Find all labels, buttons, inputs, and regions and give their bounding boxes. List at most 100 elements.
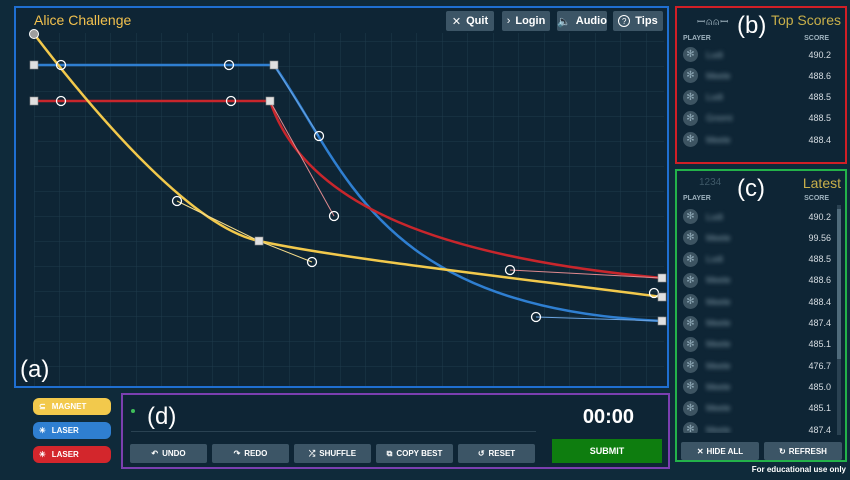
login-button[interactable]: › Login (502, 11, 550, 31)
laser-icon: ✳ (39, 426, 46, 435)
tips-button[interactable]: ? Tips (613, 11, 663, 31)
game-title: Alice Challenge (34, 12, 132, 28)
player-score: 488.5 (808, 254, 831, 265)
shuffle-icon: ⤮ (308, 448, 316, 458)
progress-track (131, 431, 536, 432)
player-name: Meele (706, 275, 731, 286)
avatar-icon: ✻ (683, 89, 698, 105)
latest-scores-panel: 1234 (c) Latest PLAYER SCORE ✻ Ludi 490.2 ✻… (675, 169, 847, 462)
players-icon: ꟷ⍝⍝ꟷ (697, 17, 730, 28)
score-row: ✻ Ludi 490.2 (681, 44, 831, 65)
score-row: ✻ Ludi 490.2 (681, 206, 831, 227)
speaker-icon: 🔈 (557, 15, 571, 28)
score-row: ✻ Meele 485.1 (681, 334, 831, 355)
start-point[interactable] (29, 29, 39, 39)
region-label-b: (b) (737, 12, 767, 39)
score-row: ✻ Meele 488.4 (681, 129, 831, 150)
reset-icon: ↺ (477, 449, 485, 458)
avatar-icon: ✻ (683, 251, 698, 267)
player-score: 488.4 (808, 296, 831, 307)
player-name: Meele (706, 232, 731, 243)
score-row: ✻ Meele 485.1 (681, 398, 831, 419)
player-name: Meele (706, 381, 731, 392)
redo-button[interactable]: ↷ REDO (212, 444, 289, 463)
avatar-icon: ✻ (683, 272, 698, 288)
player-name: Ludi (706, 92, 724, 103)
score-row: ✻ Meele 488.4 (681, 291, 831, 312)
avatar-icon: ✻ (683, 336, 698, 352)
avatar-icon: ✻ (683, 47, 698, 62)
close-icon: ✕ (696, 446, 704, 456)
player-name: Meele (706, 318, 731, 328)
refresh-button[interactable]: ↻ REFRESH (764, 442, 842, 460)
player-score: 485.1 (808, 403, 831, 414)
footnote: For educational use only (751, 465, 846, 474)
redo-icon: ↷ (233, 449, 241, 458)
submit-button[interactable]: SUBMIT (552, 439, 662, 463)
shuffle-button[interactable]: ⤮ SHUFFLE (294, 444, 371, 463)
avatar-icon: ✻ (683, 132, 698, 148)
chevron-right-icon: › (506, 15, 511, 27)
score-row: ✻ Meele 488.6 (681, 65, 831, 86)
magnet-piece[interactable]: ⊆ MAGNET (33, 398, 111, 415)
avatar-icon: ✻ (683, 68, 698, 84)
score-row: ✻ Meele 487.4 (681, 419, 831, 433)
avatar-icon: ✻ (683, 379, 698, 395)
player-name: Ludi (706, 254, 724, 265)
score-row: ✻ Ludi 488.5 (681, 249, 831, 270)
top-scores-panel: ꟷ⍝⍝ꟷ (b) Top Scores PLAYER SCORE ✻ Ludi 49… (675, 6, 847, 164)
score-row: ✻ Meele 487.4 (681, 313, 831, 334)
score-row: ✻ Meele 476.7 (681, 355, 831, 376)
player-score: 488.5 (808, 113, 831, 124)
audio-button[interactable]: 🔈 Audio (557, 11, 607, 31)
region-label-a: (a) (20, 356, 50, 383)
undo-icon: ↶ (151, 449, 159, 458)
copy-icon: ⧉ (386, 448, 393, 458)
player-name: Meele (706, 339, 731, 350)
score-row: ✻ Gnomi 488.5 (681, 108, 831, 129)
refresh-icon: ↻ (779, 446, 786, 456)
laser-piece-blue[interactable]: ✳ LASER (33, 422, 111, 439)
player-score: 488.5 (808, 92, 831, 103)
score-row: ✻ Ludi 488.5 (681, 87, 831, 108)
laser-piece-red[interactable]: ✳ LASER (33, 446, 111, 463)
player-score: 490.2 (808, 49, 831, 60)
region-label-d: (d) (147, 403, 177, 430)
player-score: 487.4 (808, 318, 831, 328)
avatar-icon: ✻ (683, 358, 698, 374)
top-scores-title: Top Scores (770, 12, 841, 28)
quit-button[interactable]: ✕ Quit (446, 11, 494, 31)
player-score: 488.6 (808, 70, 831, 81)
player-name: Ludi (706, 49, 724, 60)
score-row: ✻ Meele 485.0 (681, 376, 831, 397)
timer: 00:00 (582, 406, 634, 428)
player-name: Meele (706, 296, 731, 307)
avatar-icon: ✻ (683, 209, 698, 224)
copy-best-button[interactable]: ⧉ COPY BEST (376, 444, 453, 463)
close-icon: ✕ (451, 15, 462, 28)
player-score: 487.4 (808, 424, 831, 434)
hide-all-button[interactable]: ✕ HIDE ALL (681, 442, 759, 460)
score-row: ✻ Meele 99.56 (681, 227, 831, 248)
laser-icon: ✳ (39, 450, 46, 459)
player-score: 476.7 (808, 360, 831, 371)
magnet-icon: ⊆ (39, 402, 46, 411)
latest-scrollbar[interactable] (837, 205, 841, 435)
undo-button[interactable]: ↶ UNDO (130, 444, 207, 463)
control-panel: (d) 00:00 ↶ UNDO ↷ REDO ⤮ SHUFFLE ⧉ COPY… (121, 393, 670, 469)
curve-editor[interactable] (16, 8, 667, 386)
reset-button[interactable]: ↺ RESET (458, 444, 535, 463)
avatar-icon: ✻ (683, 315, 698, 331)
player-name: Meele (706, 424, 731, 434)
player-score: 99.56 (808, 232, 831, 243)
avatar-icon: ✻ (683, 230, 698, 246)
question-icon: ? (618, 15, 631, 27)
avatar-icon: ✻ (683, 294, 698, 310)
player-score: 485.0 (808, 381, 831, 392)
player-name: Meele (706, 403, 731, 414)
score-row: ✻ Meele 488.6 (681, 270, 831, 291)
game-canvas[interactable]: Alice Challenge ✕ Quit › Login 🔈 Audio ?… (14, 6, 669, 388)
player-name: Gnomi (706, 113, 733, 124)
player-name: Ludi (706, 211, 724, 222)
avatar-icon: ✻ (683, 422, 698, 433)
